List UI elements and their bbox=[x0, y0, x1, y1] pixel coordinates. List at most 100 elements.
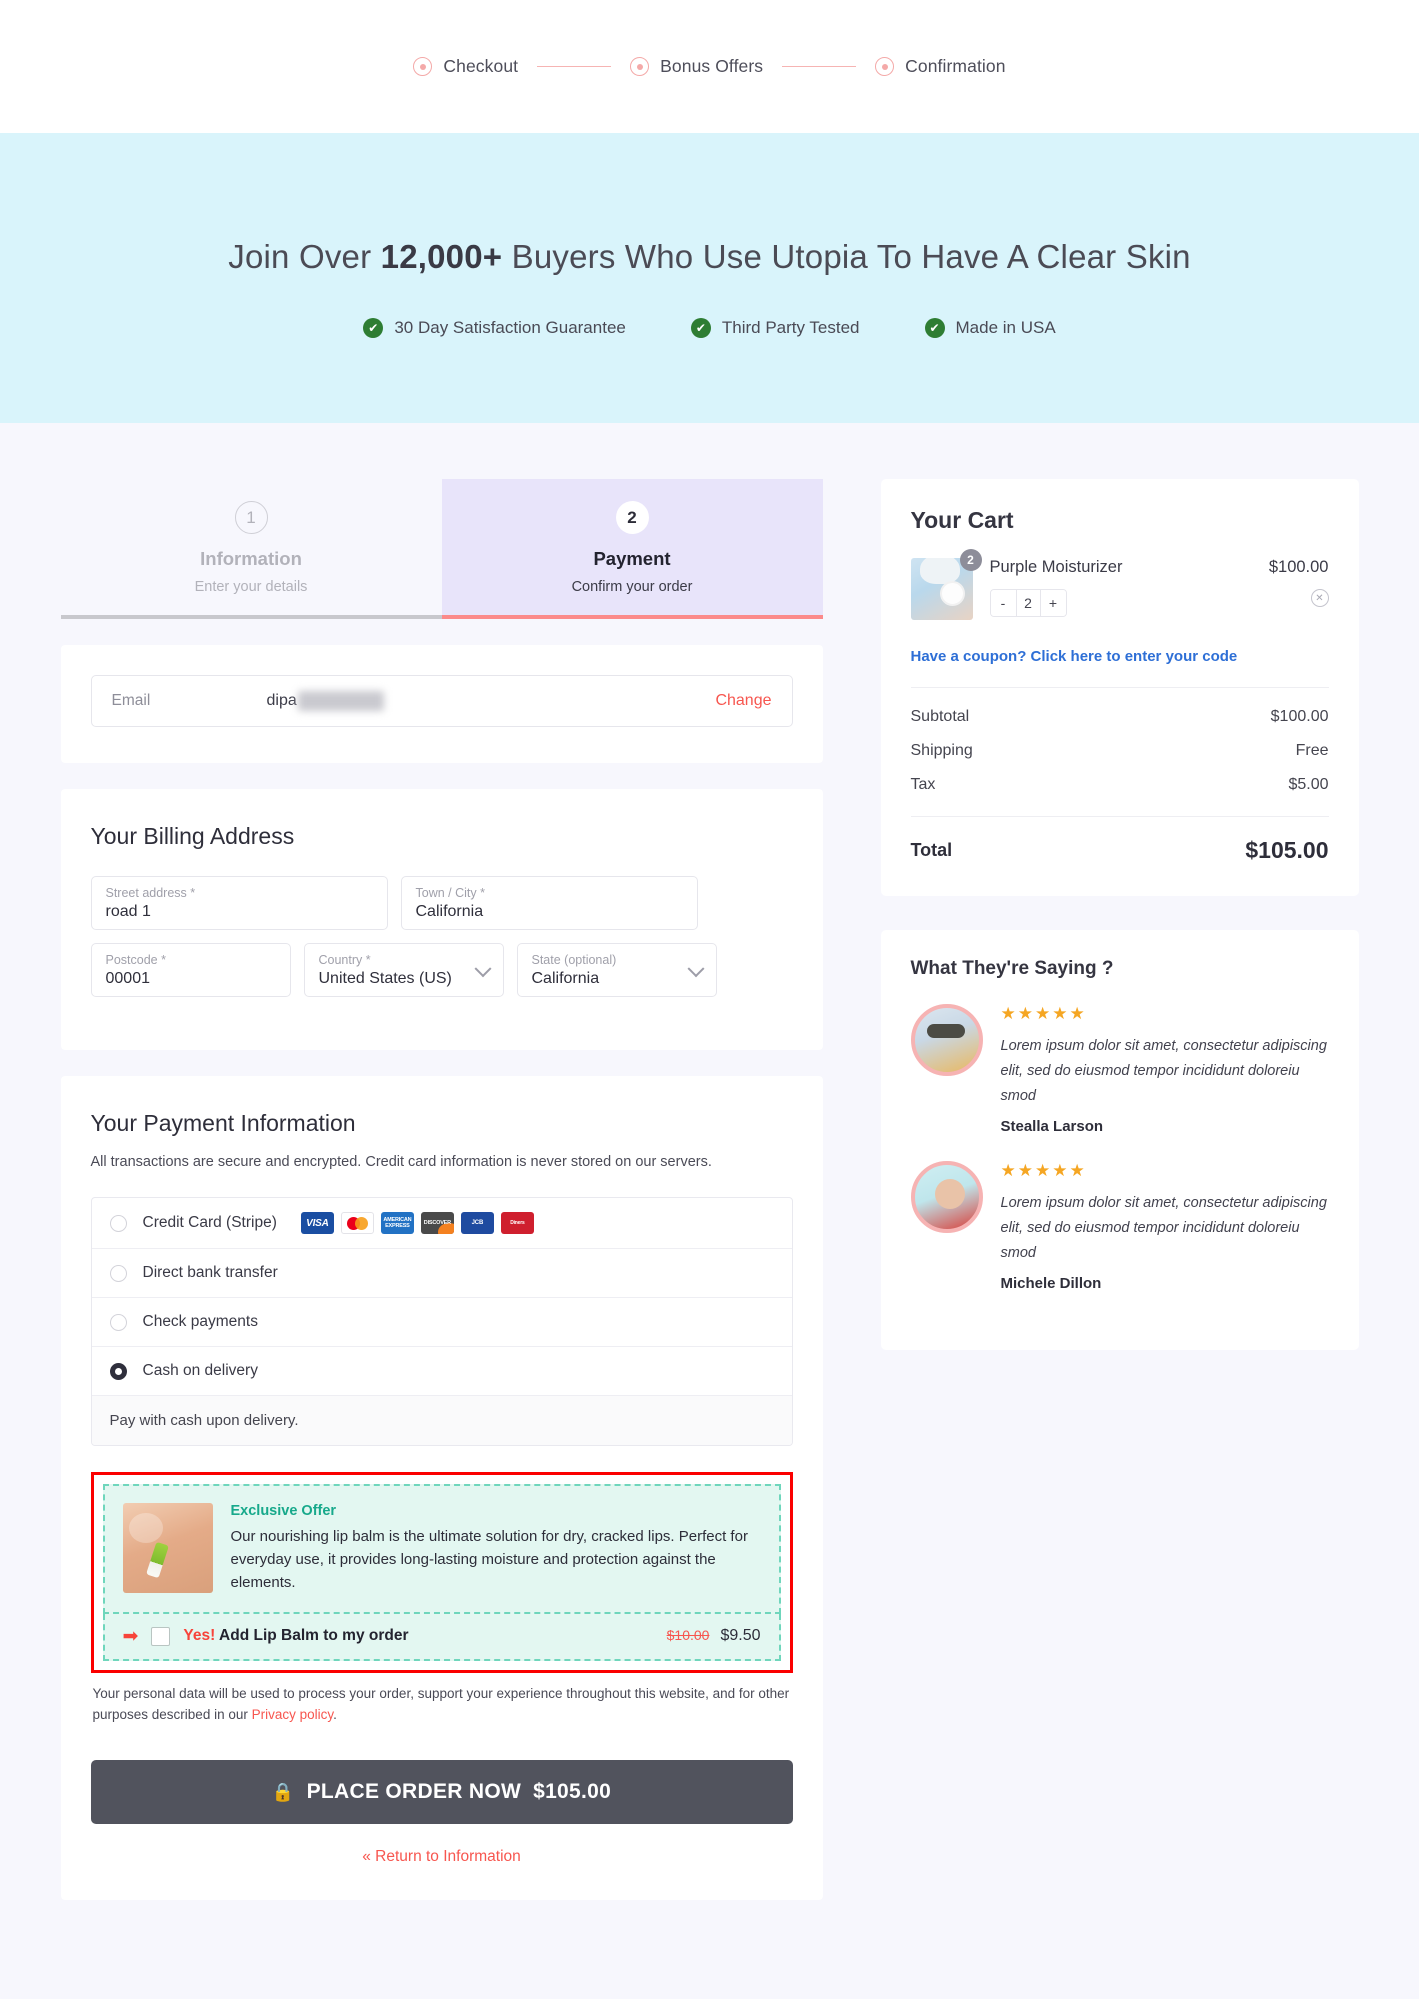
payment-method-credit-card[interactable]: Credit Card (Stripe) VISA AMERICAN EXPRES… bbox=[91, 1198, 792, 1250]
privacy-policy-link[interactable]: Privacy policy bbox=[252, 1707, 334, 1722]
quantity-stepper[interactable]: - 2 + bbox=[989, 589, 1067, 617]
cart-item-quantity-badge: 2 bbox=[959, 549, 982, 571]
payment-method-note: Pay with cash upon delivery. bbox=[91, 1396, 792, 1446]
avatar bbox=[910, 1004, 983, 1076]
email-redacted-mask bbox=[297, 691, 384, 711]
fineprint-before: Your personal data will be used to proce… bbox=[92, 1685, 790, 1723]
email-card: Email dipa Change bbox=[60, 645, 823, 763]
payment-method-list: Credit Card (Stripe) VISA AMERICAN EXPRES… bbox=[90, 1197, 793, 1447]
city-field[interactable]: Town / City * California bbox=[400, 876, 698, 930]
add-lip-balm-checkbox[interactable] bbox=[151, 1626, 171, 1646]
privacy-fineprint: Your personal data will be used to proce… bbox=[91, 1683, 793, 1726]
progress-step-confirmation[interactable]: Confirmation bbox=[875, 56, 1005, 77]
hero-title: Join Over 12,000+ Buyers Who Use Utopia … bbox=[228, 238, 1190, 276]
tab-payment[interactable]: 2 Payment Confirm your order bbox=[441, 479, 823, 619]
payment-method-cash-on-delivery[interactable]: Cash on delivery bbox=[91, 1347, 792, 1397]
cart-item-right: $100.00 ✕ bbox=[1269, 558, 1329, 607]
exclusive-offer-copy: Exclusive Offer Our nourishing lip balm … bbox=[231, 1503, 761, 1594]
star-rating-icon: ★★★★★ bbox=[1000, 1160, 1087, 1180]
tab-title: Payment bbox=[593, 548, 671, 569]
tab-information[interactable]: 1 Information Enter your details bbox=[60, 479, 442, 619]
testimonial-text: Lorem ipsum dolor sit amet, consectetur … bbox=[1000, 1038, 1327, 1104]
trust-badge-label: Third Party Tested bbox=[721, 318, 860, 337]
progress-step-checkout[interactable]: Checkout bbox=[413, 56, 518, 77]
testimonial-body: ★★★★★ Lorem ipsum dolor sit amet, consec… bbox=[1001, 1161, 1329, 1292]
tab-number: 1 bbox=[234, 501, 268, 534]
progress-step-label: Bonus Offers bbox=[660, 56, 764, 76]
return-to-information-link[interactable]: « Return to Information bbox=[91, 1848, 793, 1866]
payment-method-check[interactable]: Check payments bbox=[91, 1298, 792, 1348]
state-select[interactable]: State (optional) California bbox=[516, 943, 717, 997]
testimonials-title: What They're Saying ? bbox=[910, 958, 1114, 979]
summary-label: Tax bbox=[910, 776, 936, 793]
place-order-button[interactable]: 🔒 PLACE ORDER NOW $105.00 bbox=[90, 1760, 793, 1825]
tab-underline bbox=[60, 615, 442, 619]
exclusive-offer-box: Exclusive Offer Our nourishing lip balm … bbox=[102, 1484, 781, 1614]
cart-line-item: 2 Purple Moisturizer - 2 + $100.00 ✕ bbox=[910, 549, 1329, 620]
summary-value: Free bbox=[1295, 742, 1329, 759]
tab-underline bbox=[441, 615, 823, 619]
country-value: United States (US) bbox=[318, 970, 452, 987]
testimonial-body: ★★★★★ Lorem ipsum dolor sit amet, consec… bbox=[1001, 1004, 1329, 1135]
total-divider bbox=[910, 816, 1329, 817]
order-summary-column: Your Cart 2 Purple Moisturizer - 2 + $10… bbox=[880, 479, 1359, 1999]
exclusive-offer-heading: Exclusive Offer bbox=[230, 1503, 337, 1520]
payment-method-bank-transfer[interactable]: Direct bank transfer bbox=[91, 1249, 792, 1299]
payment-method-label: Check payments bbox=[142, 1313, 258, 1331]
radio-icon[interactable] bbox=[109, 1214, 127, 1232]
testimonial-item: ★★★★★ Lorem ipsum dolor sit amet, consec… bbox=[910, 1160, 1329, 1292]
total-value: $105.00 bbox=[1245, 837, 1329, 863]
tab-number: 2 bbox=[615, 501, 649, 534]
payment-information-card: Your Payment Information All transaction… bbox=[60, 1076, 823, 1901]
hero-title-pre: Join Over bbox=[228, 238, 381, 275]
tab-title: Information bbox=[200, 548, 302, 569]
coupon-link[interactable]: Have a coupon? Click here to enter your … bbox=[911, 648, 1329, 665]
payment-security-note: All transactions are secure and encrypte… bbox=[90, 1154, 712, 1170]
check-circle-icon: ✔ bbox=[363, 318, 384, 338]
payment-method-label: Cash on delivery bbox=[142, 1362, 258, 1380]
exclusive-offer-accept-row[interactable]: ➡ Yes! Add Lip Balm to my order $10.00 $… bbox=[102, 1613, 781, 1661]
exclusive-offer-text: Our nourishing lip balm is the ultimate … bbox=[230, 1528, 748, 1592]
diners-club-icon: Diners bbox=[500, 1212, 534, 1235]
trust-badges: ✔ 30 Day Satisfaction Guarantee ✔ Third … bbox=[363, 318, 1056, 338]
add-lip-balm-label: Yes! Add Lip Balm to my order bbox=[183, 1627, 408, 1645]
radio-icon[interactable] bbox=[109, 1264, 127, 1282]
cart-item-thumbnail-wrap: 2 bbox=[910, 549, 982, 620]
place-order-label: PLACE ORDER NOW bbox=[306, 1780, 522, 1804]
trust-badge-label: Made in USA bbox=[955, 318, 1056, 337]
checkout-step-tabs: 1 Information Enter your details 2 Payme… bbox=[60, 479, 823, 619]
trust-badge: ✔ 30 Day Satisfaction Guarantee bbox=[363, 318, 626, 338]
cart-item-details: Purple Moisturizer - 2 + bbox=[989, 558, 1252, 617]
discover-icon: DISCOVER bbox=[420, 1212, 454, 1235]
country-select[interactable]: Country * United States (US) bbox=[303, 943, 504, 997]
check-circle-icon: ✔ bbox=[924, 318, 945, 338]
remove-item-icon[interactable]: ✕ bbox=[1310, 589, 1329, 607]
billing-row-2: Postcode * 00001 Country * United States… bbox=[90, 943, 793, 997]
radio-icon-selected[interactable] bbox=[109, 1362, 127, 1380]
city-value: California bbox=[415, 903, 484, 920]
street-address-field[interactable]: Street address * road 1 bbox=[90, 876, 388, 930]
progress-connector bbox=[782, 65, 857, 68]
summary-label: Shipping bbox=[910, 742, 973, 759]
summary-label: Subtotal bbox=[910, 708, 970, 725]
arrow-right-icon: ➡ bbox=[122, 1625, 139, 1647]
email-value-text: dipa bbox=[266, 692, 297, 709]
postcode-field[interactable]: Postcode * 00001 bbox=[90, 943, 291, 997]
radio-icon[interactable] bbox=[109, 1313, 127, 1331]
summary-value: $5.00 bbox=[1288, 776, 1329, 793]
quantity-decrease-button[interactable]: - bbox=[990, 590, 1016, 616]
street-address-label: Street address * bbox=[105, 886, 196, 900]
testimonial-author: Stealla Larson bbox=[1000, 1117, 1104, 1135]
progress-steps: Checkout Bonus Offers Confirmation bbox=[413, 56, 1005, 77]
change-email-link[interactable]: Change bbox=[715, 692, 771, 710]
postcode-value: 00001 bbox=[105, 970, 151, 987]
summary-row-subtotal: Subtotal $100.00 bbox=[911, 708, 1329, 726]
billing-row-1: Street address * road 1 Town / City * Ca… bbox=[90, 876, 793, 930]
progress-step-bonus-offers[interactable]: Bonus Offers bbox=[630, 56, 763, 77]
cart-title: Your Cart bbox=[910, 507, 1014, 533]
lock-icon: 🔒 bbox=[271, 1781, 295, 1802]
quantity-increase-button[interactable]: + bbox=[1040, 590, 1066, 616]
mastercard-icon bbox=[340, 1212, 374, 1235]
offer-prices: $10.00 $9.50 bbox=[667, 1627, 761, 1645]
summary-row-shipping: Shipping Free bbox=[911, 742, 1329, 760]
